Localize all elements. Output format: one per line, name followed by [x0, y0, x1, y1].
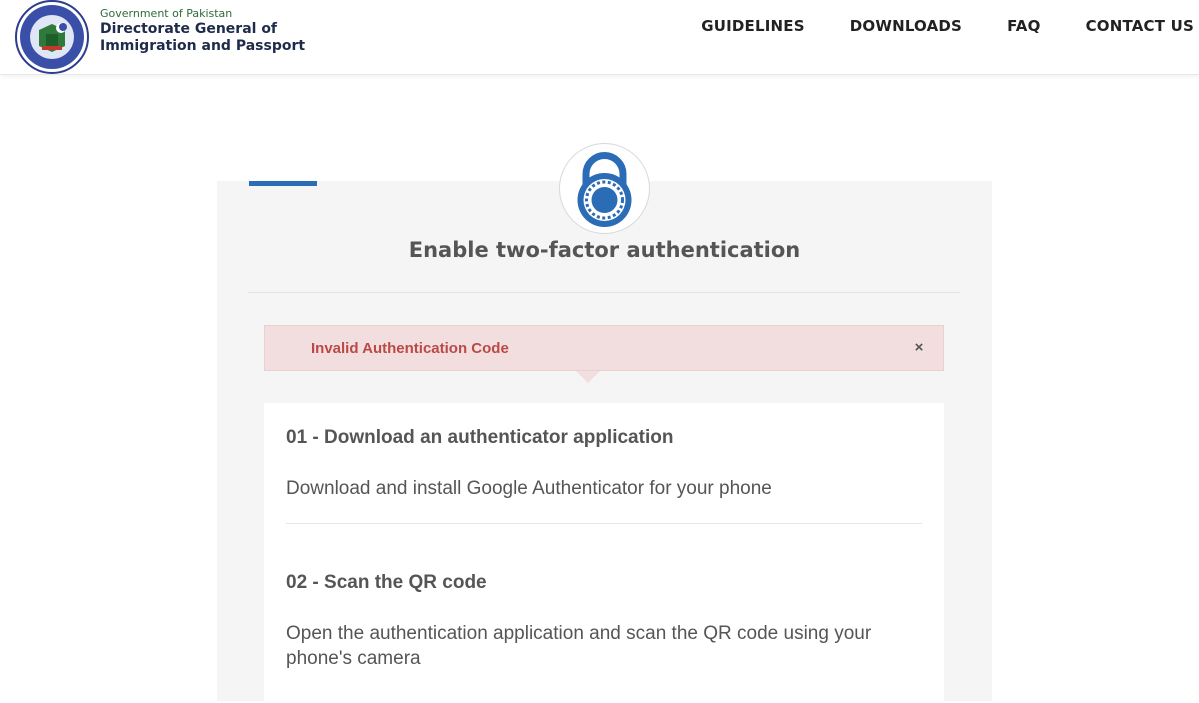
- site-header: Government of Pakistan Directorate Gener…: [0, 0, 1199, 75]
- alert-pointer: [576, 371, 600, 383]
- nav-downloads[interactable]: DOWNLOADS: [850, 16, 962, 36]
- step-1-title: 01 - Download an authenticator applicati…: [286, 427, 674, 448]
- setup-steps: 01 - Download an authenticator applicati…: [264, 403, 944, 703]
- card-accent-bar: [249, 181, 317, 186]
- nav-faq[interactable]: FAQ: [1007, 16, 1041, 36]
- brand-text[interactable]: Government of Pakistan Directorate Gener…: [100, 7, 305, 55]
- brand-title-line1: Directorate General of: [100, 21, 278, 37]
- main-nav: GUIDELINES DOWNLOADS FAQ CONTACT US: [701, 16, 1199, 36]
- step-2-title: 02 - Scan the QR code: [286, 572, 487, 593]
- nav-guidelines[interactable]: GUIDELINES: [701, 16, 805, 36]
- brand-subtitle: Government of Pakistan: [100, 7, 233, 20]
- page-title: Enable two-factor authentication: [408, 238, 801, 262]
- nav-contact-us[interactable]: CONTACT US: [1086, 16, 1194, 36]
- step-1-description: Download and install Google Authenticato…: [286, 478, 772, 499]
- title-divider: [248, 292, 960, 293]
- step-2-description: Open the authentication application and …: [286, 623, 872, 669]
- error-alert: Invalid Authentication Code ×: [264, 325, 944, 371]
- dgip-emblem-icon[interactable]: [15, 0, 89, 74]
- close-icon[interactable]: ×: [912, 339, 926, 357]
- brand-title-line2: Immigration and Passport: [100, 38, 306, 54]
- padlock-icon: [559, 143, 650, 234]
- alert-message: Invalid Authentication Code: [311, 340, 509, 357]
- step-divider: [286, 523, 922, 524]
